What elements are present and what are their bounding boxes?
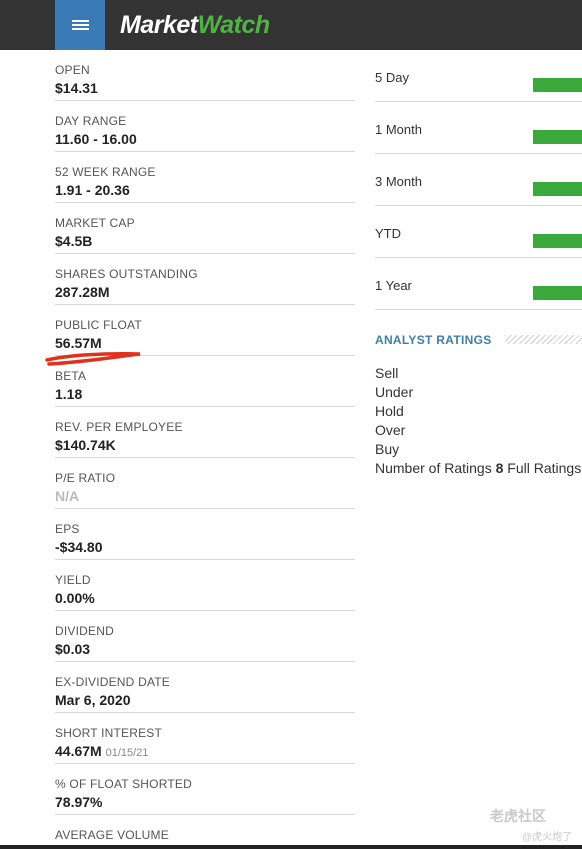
- stat-value: $0.03: [55, 641, 91, 657]
- analyst-ratings-header: ANALYST RATINGS: [375, 331, 582, 351]
- performance-bar: [533, 78, 582, 92]
- stat-label: DIVIDEND: [55, 624, 114, 638]
- performance-label: 1 Year: [375, 278, 412, 293]
- stat-label: P/E RATIO: [55, 471, 116, 485]
- ratings-count-label: Number of Ratings: [375, 460, 492, 476]
- ratings-count-row: Number of Ratings 8 Full Ratings: [375, 459, 582, 478]
- stat-label: PUBLIC FLOAT: [55, 318, 142, 332]
- stat-value-date: 01/15/21: [105, 747, 149, 759]
- stat-market-cap: MARKET CAP $4.5B: [55, 203, 355, 254]
- ratings-count-value: 8: [495, 460, 504, 476]
- stat-label: EPS: [55, 522, 80, 536]
- stat-value: Mar 6, 2020: [55, 692, 131, 708]
- performance-panel: 5 Day 1 Month 3 Month YTD 1 Year: [375, 50, 582, 310]
- stat-label: DAY RANGE: [55, 114, 127, 128]
- performance-row: 5 Day: [375, 50, 582, 102]
- stat-float-shorted: % OF FLOAT SHORTED 78.97%: [55, 764, 355, 815]
- stat-label: REV. PER EMPLOYEE: [55, 420, 183, 434]
- performance-row: YTD: [375, 206, 582, 258]
- stat-value: 44.67M 01/15/21: [55, 742, 355, 763]
- stat-shares-outstanding: SHARES OUTSTANDING 287.28M: [55, 254, 355, 305]
- stat-yield: YIELD 0.00%: [55, 560, 355, 611]
- performance-bar: [533, 234, 582, 248]
- stat-label: SHARES OUTSTANDING: [55, 267, 198, 281]
- menu-button[interactable]: [55, 0, 105, 50]
- performance-bar: [533, 286, 582, 300]
- stat-rev-per-employee: REV. PER EMPLOYEE $140.74K: [55, 407, 355, 458]
- top-navigation-bar: MarketWatch: [0, 0, 582, 50]
- stat-open: OPEN $14.31: [55, 50, 355, 101]
- analyst-ratings-panel: ANALYST RATINGS Sell Under Hold Over Buy…: [375, 331, 582, 478]
- watermark: 老虎社区 @虎火炮了: [490, 806, 582, 846]
- bottom-edge: [0, 845, 582, 849]
- stat-value: $14.31: [55, 80, 98, 96]
- performance-label: 1 Month: [375, 122, 422, 137]
- stat-value: 56.57M: [55, 335, 102, 351]
- stat-value: 78.97%: [55, 794, 103, 810]
- stat-dividend: DIVIDEND $0.03: [55, 611, 355, 662]
- stat-value: $140.74K: [55, 437, 116, 453]
- ratings-list: Sell Under Hold Over Buy Number of Ratin…: [375, 364, 582, 478]
- analyst-ratings-title: ANALYST RATINGS: [375, 333, 492, 347]
- stat-value: 0.00%: [55, 590, 95, 606]
- performance-row: 1 Month: [375, 102, 582, 154]
- stat-short-interest: SHORT INTEREST 44.67M 01/15/21: [55, 713, 355, 764]
- stat-label: BETA: [55, 369, 87, 383]
- logo-text-watch: Watch: [197, 11, 271, 39]
- performance-label: YTD: [375, 226, 401, 241]
- stat-label: YIELD: [55, 573, 91, 587]
- hamburger-menu-icon: [71, 18, 89, 32]
- full-ratings-link[interactable]: Full Ratings: [507, 460, 581, 476]
- rating-hold: Hold: [375, 403, 404, 419]
- performance-row: 3 Month: [375, 154, 582, 206]
- watermark-title: 老虎社区: [490, 808, 546, 824]
- stat-52-week-range: 52 WEEK RANGE 1.91 - 20.36: [55, 152, 355, 203]
- stat-day-range: DAY RANGE 11.60 - 16.00: [55, 101, 355, 152]
- stat-value: $4.5B: [55, 233, 93, 249]
- performance-bar: [533, 130, 582, 144]
- stat-label: AVERAGE VOLUME: [55, 828, 169, 842]
- key-data-list: OPEN $14.31 DAY RANGE 11.60 - 16.00 52 W…: [55, 50, 355, 849]
- stat-label: SHORT INTEREST: [55, 726, 163, 740]
- stat-value: 1.18: [55, 386, 83, 402]
- rating-under: Under: [375, 384, 414, 400]
- stat-label: OPEN: [55, 63, 90, 77]
- watermark-user: @虎火炮了: [522, 832, 573, 843]
- performance-row: 1 Year: [375, 258, 582, 310]
- performance-bar: [533, 182, 582, 196]
- stat-value-main: 44.67M: [55, 743, 102, 759]
- stat-beta: BETA 1.18: [55, 356, 355, 407]
- stat-value: 1.91 - 20.36: [55, 182, 130, 198]
- stat-ex-dividend-date: EX-DIVIDEND DATE Mar 6, 2020: [55, 662, 355, 713]
- marketwatch-logo[interactable]: MarketWatch: [120, 10, 270, 40]
- performance-label: 3 Month: [375, 174, 422, 189]
- rating-sell: Sell: [375, 365, 399, 381]
- logo-text-market: Market: [120, 11, 198, 39]
- stat-average-volume: AVERAGE VOLUME: [55, 815, 355, 849]
- stat-label: EX-DIVIDEND DATE: [55, 675, 170, 689]
- stat-pe-ratio: P/E RATIO N/A: [55, 458, 355, 509]
- rating-buy: Buy: [375, 441, 400, 457]
- stat-label: MARKET CAP: [55, 216, 135, 230]
- stat-label: % OF FLOAT SHORTED: [55, 777, 192, 791]
- rating-over: Over: [375, 422, 406, 438]
- stat-value: 287.28M: [55, 284, 110, 300]
- stat-public-float: PUBLIC FLOAT 56.57M: [55, 305, 355, 356]
- stat-value: 11.60 - 16.00: [55, 131, 137, 147]
- stat-value: N/A: [55, 488, 80, 504]
- header-hatch-decoration: [505, 335, 582, 344]
- stat-eps: EPS -$34.80: [55, 509, 355, 560]
- performance-label: 5 Day: [375, 70, 409, 85]
- stat-label: 52 WEEK RANGE: [55, 165, 156, 179]
- stat-value: -$34.80: [55, 539, 103, 555]
